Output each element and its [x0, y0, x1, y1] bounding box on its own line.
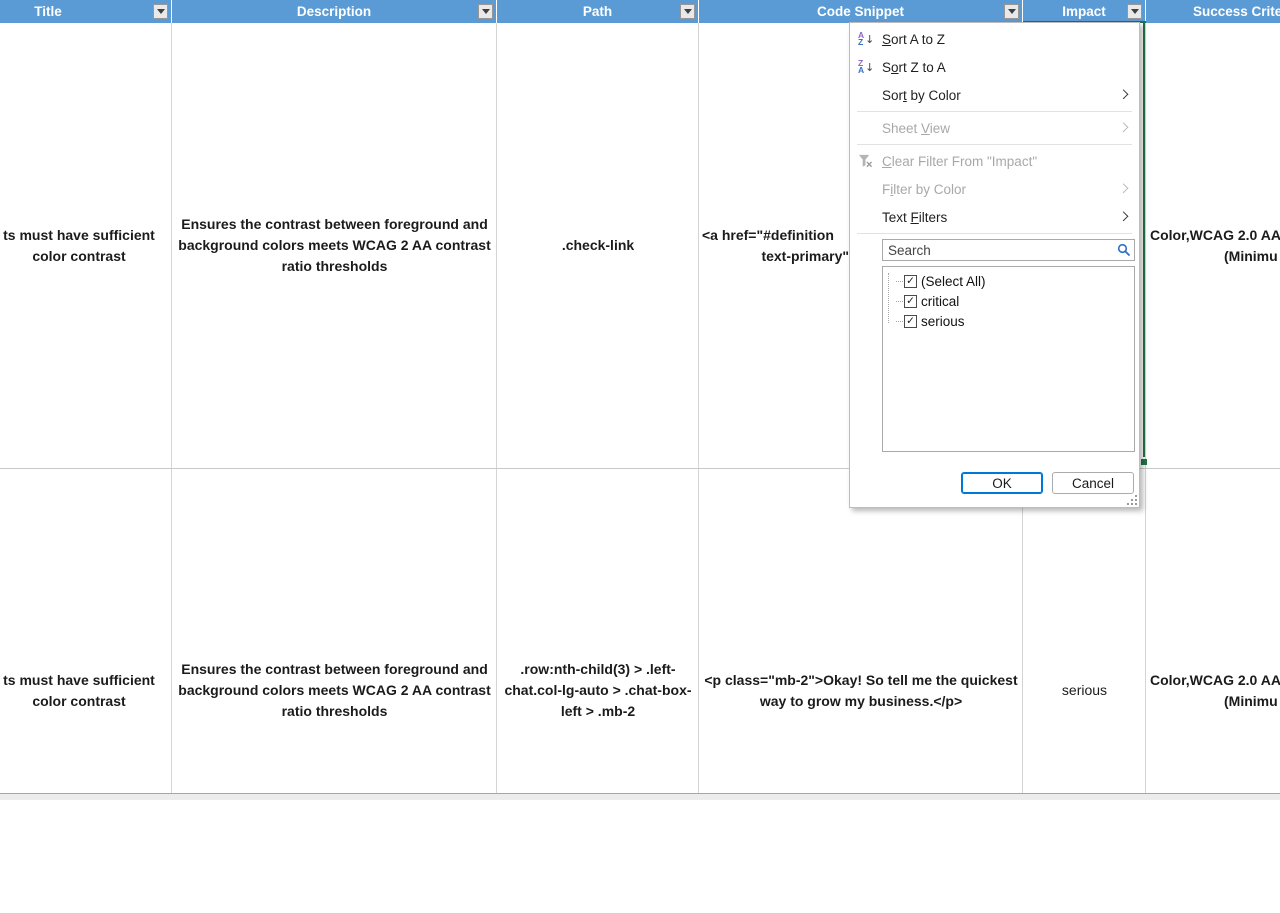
- menu-item-filter-by-color: Filter by Color: [850, 175, 1139, 203]
- cell-path[interactable]: .check-link: [497, 23, 699, 468]
- menu-item-clear-filter: Clear Filter From "Impact": [850, 147, 1139, 175]
- menu-item-text-filters[interactable]: Text Filters: [850, 203, 1139, 231]
- header-label: Path: [583, 4, 612, 19]
- submenu-arrow-icon: [1119, 89, 1129, 99]
- cell-description[interactable]: Ensures the contrast between foreground …: [172, 23, 497, 468]
- header-path[interactable]: Path: [497, 0, 699, 23]
- menu-item-label: Text Filters: [882, 210, 947, 225]
- cell-text: text-primary": [699, 246, 849, 267]
- cell-path[interactable]: .row:nth-child(3) > .left- chat.col-lg-a…: [497, 468, 699, 913]
- menu-item-label: Clear Filter From "Impact": [882, 154, 1037, 169]
- header-impact[interactable]: Impact: [1023, 0, 1146, 23]
- filter-menu: AZ↓ Sort A to Z ZA↓ Sort Z to A Sort by …: [850, 23, 1139, 234]
- header-row: Title Description Path Code Snippet Impa…: [0, 0, 1280, 23]
- cell-text: Color,WCAG 2.0 AA: [1146, 225, 1280, 246]
- checkbox-checked-icon[interactable]: [904, 275, 917, 288]
- menu-item-label: Sort Z to A: [882, 60, 946, 75]
- cell-description[interactable]: Ensures the contrast between foreground …: [172, 468, 497, 913]
- spreadsheet: { "colors": { "header_bg": "#5B9BD5", "h…: [0, 0, 1280, 800]
- cell-text: ts must have sufficient color contrast: [0, 670, 158, 712]
- filter-search: [882, 239, 1135, 261]
- clear-filter-icon: [858, 154, 882, 168]
- checkbox-label: (Select All): [921, 274, 986, 289]
- submenu-arrow-icon: [1119, 211, 1129, 221]
- gridline: [698, 23, 699, 793]
- checkbox-label: serious: [921, 314, 965, 329]
- submenu-arrow-icon: [1119, 122, 1129, 132]
- gridline: [496, 23, 497, 793]
- gridline: [1145, 23, 1146, 793]
- menu-separator: [857, 233, 1132, 234]
- menu-item-label: Sort by Color: [882, 88, 961, 103]
- header-label: Description: [297, 4, 371, 19]
- menu-item-label: Sheet View: [882, 121, 950, 136]
- sort-az-icon: AZ↓: [858, 32, 882, 47]
- cell-text: (Minimu: [1146, 691, 1280, 712]
- header-description[interactable]: Description: [172, 0, 497, 23]
- cell-text: (Minimu: [1146, 246, 1280, 267]
- ok-button[interactable]: OK: [961, 472, 1043, 494]
- header-label: Code Snippet: [817, 4, 904, 19]
- header-label: Impact: [1062, 4, 1106, 19]
- checkbox-checked-icon[interactable]: [904, 295, 917, 308]
- filter-button-title[interactable]: [153, 4, 168, 19]
- table-row: ts must have sufficient color contrast E…: [0, 468, 1280, 913]
- menu-item-label: Filter by Color: [882, 182, 966, 197]
- filter-search-input[interactable]: [882, 239, 1135, 261]
- submenu-arrow-icon: [1119, 183, 1129, 193]
- filter-value-list[interactable]: (Select All) critical serious: [882, 266, 1135, 452]
- menu-item-sort-z-to-a[interactable]: ZA↓ Sort Z to A: [850, 53, 1139, 81]
- fill-handle[interactable]: [1141, 459, 1147, 465]
- bottom-strip: [0, 793, 1280, 800]
- gridline: [171, 23, 172, 793]
- header-label: Title: [0, 4, 96, 19]
- cell-success-criteria[interactable]: Color,WCAG 2.0 AA (Minimu: [1146, 23, 1280, 468]
- cell-text: Color,WCAG 2.0 AA: [1146, 670, 1280, 691]
- filter-dropdown-panel: AZ↓ Sort A to Z ZA↓ Sort Z to A Sort by …: [849, 22, 1140, 508]
- menu-item-sort-a-to-z[interactable]: AZ↓ Sort A to Z: [850, 25, 1139, 53]
- cell-title[interactable]: ts must have sufficient color contrast: [0, 23, 172, 468]
- header-code-snippet[interactable]: Code Snippet: [699, 0, 1023, 23]
- cell-code-snippet[interactable]: <p class="mb-2">Okay! So tell me the qui…: [699, 468, 1023, 913]
- menu-separator: [857, 144, 1132, 145]
- dialog-buttons: OK Cancel: [961, 472, 1134, 494]
- menu-item-sheet-view: Sheet View: [850, 114, 1139, 142]
- filter-button-code-snippet[interactable]: [1004, 4, 1019, 19]
- menu-item-label: Sort A to Z: [882, 32, 945, 47]
- cell-title[interactable]: ts must have sufficient color contrast: [0, 468, 172, 913]
- filter-button-description[interactable]: [478, 4, 493, 19]
- sort-za-icon: ZA↓: [858, 60, 882, 75]
- cell-text: ts must have sufficient color contrast: [0, 225, 158, 267]
- menu-item-sort-by-color[interactable]: Sort by Color: [850, 81, 1139, 109]
- filter-button-impact[interactable]: [1127, 4, 1142, 19]
- active-cell-right-border: [1143, 23, 1145, 457]
- checkbox-label: critical: [921, 294, 959, 309]
- search-icon: [1117, 243, 1131, 257]
- cell-success-criteria[interactable]: Color,WCAG 2.0 AA (Minimu: [1146, 468, 1280, 913]
- filter-checkbox-critical[interactable]: critical: [896, 291, 1134, 311]
- header-success-criteria[interactable]: Success Crite: [1146, 0, 1280, 23]
- cell-impact[interactable]: serious: [1023, 468, 1146, 913]
- resize-grip[interactable]: [1126, 494, 1138, 506]
- cancel-button[interactable]: Cancel: [1052, 472, 1134, 494]
- filter-checkbox-select-all[interactable]: (Select All): [896, 271, 1134, 291]
- header-label: Success Crite: [1146, 4, 1280, 19]
- header-title[interactable]: Title: [0, 0, 172, 23]
- filter-button-path[interactable]: [680, 4, 695, 19]
- menu-separator: [857, 111, 1132, 112]
- filter-checkbox-serious[interactable]: serious: [896, 311, 1134, 331]
- checkbox-checked-icon[interactable]: [904, 315, 917, 328]
